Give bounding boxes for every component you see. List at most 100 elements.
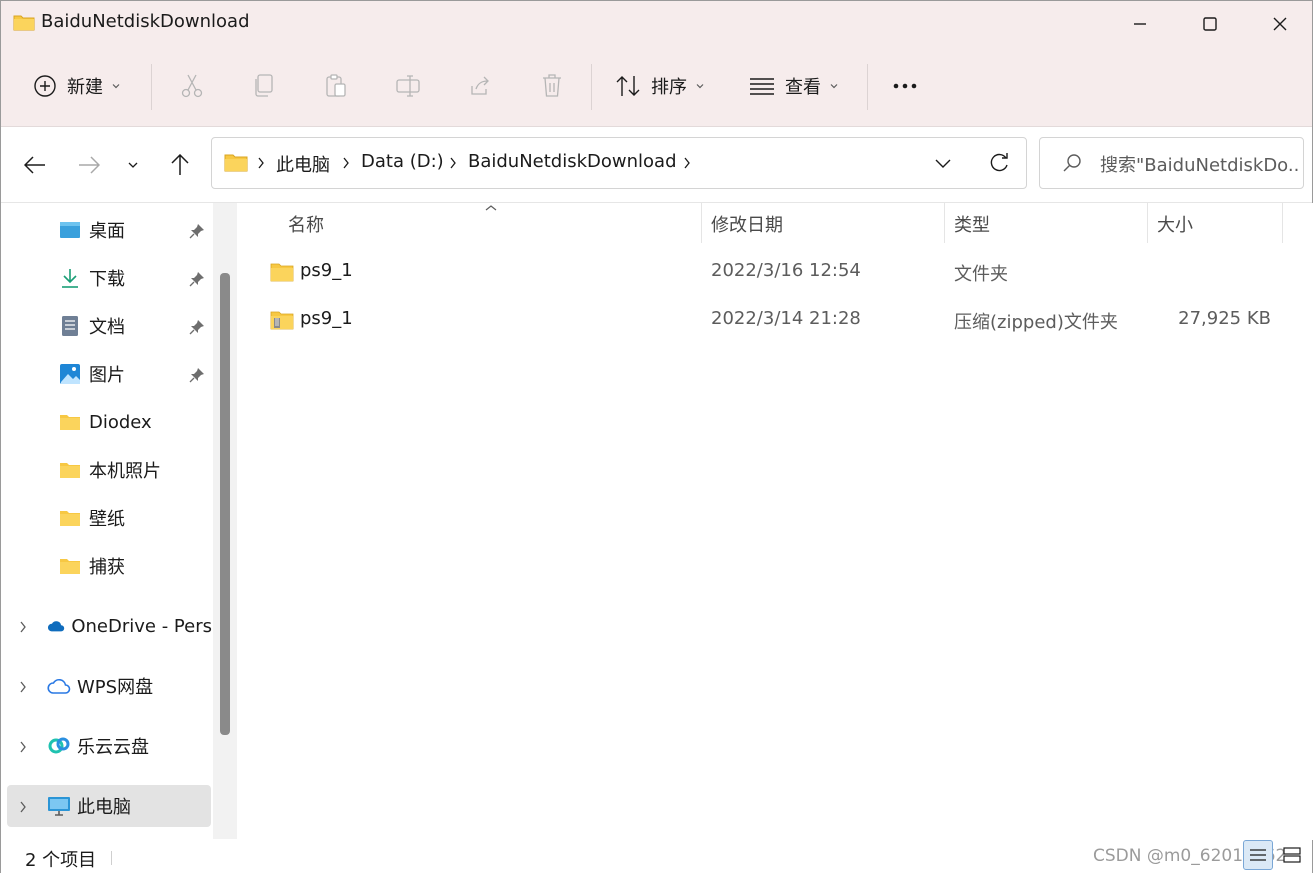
close-icon [1273,17,1287,30]
document-icon [62,316,78,336]
maximize-button[interactable] [1175,1,1245,46]
clipboard-icon [326,74,346,97]
chevron-right-icon[interactable] [18,620,28,634]
toolbar-divider [591,64,592,110]
breadcrumb-current-folder[interactable]: BaiduNetdiskDownload [468,151,677,172]
delete-button[interactable] [536,70,568,102]
forward-button[interactable] [71,147,107,183]
arrow-left-icon [24,156,45,174]
column-header-modified[interactable]: 修改日期 [711,211,783,237]
sort-ascending-icon [485,205,497,211]
navigation-bar: 此电脑 Data (D:) BaiduNetdiskDownload 搜索"Ba… [1,127,1312,203]
sidebar-item-desktop[interactable]: 桌面 [59,210,209,250]
close-button[interactable] [1245,1,1313,46]
scissors-icon [181,74,203,98]
sidebar-item-local-photos[interactable]: 本机照片 [59,450,209,490]
sidebar-item-pictures[interactable]: 图片 [59,354,209,394]
sidebar-scrollbar-thumb[interactable] [220,273,230,735]
file-size: 27,925 KB [1178,308,1271,329]
chevron-right-icon[interactable] [18,740,28,754]
file-type: 文件夹 [954,264,1008,285]
view-label: 查看 [785,77,821,98]
tiles-view-icon [1283,847,1301,863]
folder-icon [60,415,80,430]
column-divider[interactable] [944,203,945,243]
chevron-right-icon[interactable] [18,800,28,814]
rename-icon [396,75,420,97]
back-button[interactable] [17,147,53,183]
file-name: ps9_1 [300,308,353,329]
sidebar-item-documents[interactable]: 文档 [59,306,209,346]
onedrive-icon [47,621,65,632]
download-icon [62,269,78,288]
sort-button[interactable]: 排序 [615,68,705,104]
details-view-button[interactable] [1243,840,1273,870]
status-bar: 2 个项目 CSDN @m0_62012462 [1,839,1312,873]
folder-icon [60,511,80,526]
recent-locations-button[interactable] [115,147,151,183]
folder-icon [13,13,35,36]
pin-icon[interactable] [189,271,205,287]
sidebar-item-captures[interactable]: 捕获 [59,546,209,586]
address-history-button[interactable] [934,154,952,175]
search-input[interactable]: 搜索"BaiduNetdiskDo... [1100,151,1300,177]
search-box[interactable]: 搜索"BaiduNetdiskDo... [1039,137,1304,189]
desktop-icon [60,222,80,238]
table-row[interactable]: ps9_1 2022/3/14 21:28 压缩(zipped)文件夹 27,9… [241,297,1313,345]
cut-button[interactable] [176,70,208,102]
column-header-size[interactable]: 大小 [1157,211,1193,237]
pin-icon[interactable] [189,367,205,383]
breadcrumb-this-pc[interactable]: 此电脑 [276,151,330,177]
file-modified: 2022/3/16 12:54 [711,260,861,281]
up-button[interactable] [162,147,198,183]
sidebar-item-leyun[interactable]: 乐云云盘 [47,726,212,766]
item-count: 2 个项目 [25,850,97,871]
share-icon [471,76,489,95]
folder-icon [224,152,248,177]
pin-icon[interactable] [189,223,205,239]
zip-folder-icon [270,310,294,335]
sidebar-item-diodex[interactable]: Diodex [59,402,209,442]
chevron-right-icon[interactable] [18,680,28,694]
toolbar-divider [867,64,868,110]
window-title: BaiduNetdiskDownload [41,11,250,32]
wps-cloud-icon [47,679,71,694]
minimize-button[interactable] [1105,1,1175,46]
title-bar[interactable]: BaiduNetdiskDownload [1,1,1312,46]
sidebar-item-wallpaper[interactable]: 壁纸 [59,498,209,538]
column-header-name[interactable]: 名称 [288,211,324,237]
table-row[interactable]: ps9_1 2022/3/16 12:54 文件夹 [241,249,1313,297]
chevron-down-icon [112,84,120,89]
pin-icon[interactable] [189,319,205,335]
column-header-type[interactable]: 类型 [954,211,990,237]
column-divider[interactable] [1147,203,1148,243]
tiles-view-button[interactable] [1277,840,1307,870]
sidebar-item-wps-cloud[interactable]: WPS网盘 [47,666,212,706]
view-button[interactable]: 查看 [749,68,839,104]
more-options-button[interactable] [889,70,921,102]
arrow-right-icon [79,156,100,174]
rename-button[interactable] [392,70,424,102]
column-divider[interactable] [1282,203,1283,243]
search-icon [1062,153,1082,178]
sidebar-item-onedrive[interactable]: OneDrive - Pers [47,606,212,646]
refresh-button[interactable] [988,152,1010,179]
copy-button[interactable] [248,70,280,102]
chevron-down-icon [830,84,838,89]
column-divider[interactable] [701,203,702,243]
sidebar-item-downloads[interactable]: 下载 [59,258,209,298]
new-button[interactable]: 新建 [33,68,121,104]
chevron-right-icon [450,157,456,169]
share-button[interactable] [464,70,496,102]
paste-button[interactable] [320,70,352,102]
more-dots-icon [893,83,917,89]
breadcrumb-data-drive[interactable]: Data (D:) [361,151,444,172]
chevron-down-icon [128,162,138,168]
leyun-icon [48,737,70,754]
sidebar-item-this-pc[interactable]: 此电脑 [47,786,207,826]
status-divider [111,851,112,865]
file-modified: 2022/3/14 21:28 [711,308,861,329]
address-bar[interactable]: 此电脑 Data (D:) BaiduNetdiskDownload [211,137,1027,189]
chevron-right-icon [343,157,349,169]
refresh-icon [990,153,1008,172]
